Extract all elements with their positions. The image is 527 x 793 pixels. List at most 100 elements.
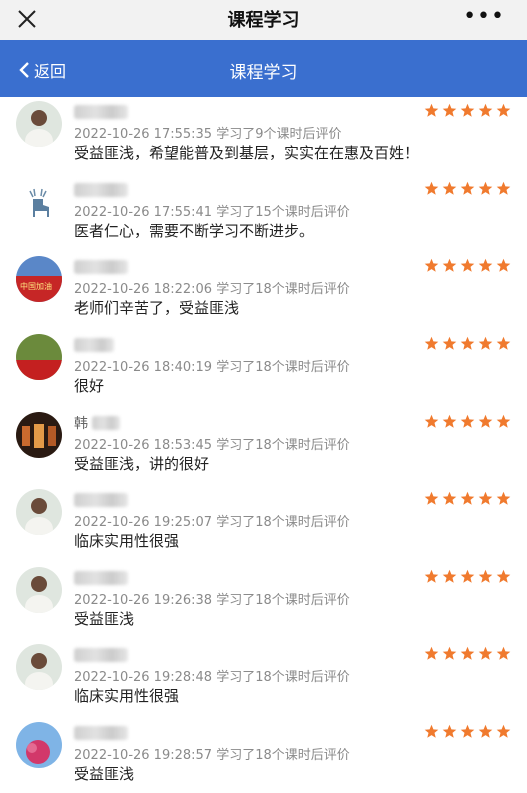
star-icon [478, 646, 493, 660]
rating-stars [424, 414, 511, 429]
rating-stars [424, 103, 511, 118]
review-item: 2022-10-26 19:26:38 学习了18个课时后评价 受益匪浅 [0, 557, 527, 635]
reviewer-name-redacted [74, 105, 128, 119]
star-icon [424, 258, 439, 272]
rating-stars [424, 569, 511, 584]
star-icon [424, 103, 439, 117]
review-meta: 2022-10-26 17:55:41 学习了15个课时后评价 [74, 205, 350, 220]
star-icon [496, 103, 511, 117]
star-icon [496, 258, 511, 272]
window-titlebar: 课程学习 ••• [0, 0, 527, 40]
review-meta: 2022-10-26 19:28:57 学习了18个课时后评价 [74, 748, 350, 763]
review-content: 很好 [74, 377, 105, 395]
review-item: 2022-10-26 19:28:48 学习了18个课时后评价 临床实用性很强 [0, 634, 527, 712]
star-icon [442, 103, 457, 117]
avatar[interactable] [16, 334, 62, 380]
star-icon [424, 724, 439, 738]
star-icon [496, 336, 511, 350]
reviewer-name-redacted [74, 338, 114, 352]
star-icon [424, 414, 439, 428]
star-icon [442, 569, 457, 583]
star-icon [478, 258, 493, 272]
rating-stars [424, 181, 511, 196]
review-item: 2022-10-26 19:25:07 学习了18个课时后评价 临床实用性很强 [0, 479, 527, 557]
star-icon [496, 491, 511, 505]
star-icon [442, 258, 457, 272]
reviewer-name-redacted [74, 493, 128, 507]
star-icon [424, 491, 439, 505]
star-icon [442, 181, 457, 195]
review-meta: 2022-10-26 17:55:35 学习了9个课时后评价 [74, 127, 342, 142]
reviewer-name-redacted [92, 416, 120, 430]
star-icon [442, 724, 457, 738]
window-title: 课程学习 [227, 10, 300, 31]
star-icon [496, 181, 511, 195]
review-content: 受益匪浅 [74, 765, 135, 783]
star-icon [460, 336, 475, 350]
rating-stars [424, 258, 511, 273]
review-meta: 2022-10-26 18:22:06 学习了18个课时后评价 [74, 282, 350, 297]
review-content: 医者仁心，需要不断学习不断进步。 [74, 222, 315, 240]
avatar[interactable] [16, 179, 62, 225]
review-item: 2022-10-26 19:28:57 学习了18个课时后评价 受益匪浅 [0, 712, 527, 790]
star-icon [496, 414, 511, 428]
rating-stars [424, 724, 511, 739]
review-meta: 2022-10-26 19:25:07 学习了18个课时后评价 [74, 515, 350, 530]
star-icon [496, 569, 511, 583]
review-meta: 2022-10-26 19:26:38 学习了18个课时后评价 [74, 593, 350, 608]
star-icon [442, 491, 457, 505]
star-icon [478, 569, 493, 583]
review-meta: 2022-10-26 18:53:45 学习了18个课时后评价 [74, 438, 350, 453]
reviewer-name-redacted [74, 260, 128, 274]
more-icon[interactable]: ••• [463, 4, 505, 29]
avatar[interactable] [16, 644, 62, 690]
avatar[interactable]: 中国加油 [16, 256, 62, 302]
review-list[interactable]: 2022-10-26 17:55:35 学习了9个课时后评价 受益匪浅，希望能普及… [0, 97, 527, 793]
star-icon [478, 181, 493, 195]
star-icon [442, 414, 457, 428]
star-icon [424, 646, 439, 660]
review-item: 2022-10-26 17:55:41 学习了15个课时后评价 医者仁心，需要不断… [0, 169, 527, 247]
star-icon [478, 336, 493, 350]
star-icon [478, 724, 493, 738]
review-item: 中国加油 2022-10-26 18:22:06 学习了18个课时后评价 老师们辛苦… [0, 246, 527, 324]
page-title: 课程学习 [229, 63, 298, 83]
star-icon [460, 414, 475, 428]
star-icon [424, 569, 439, 583]
reviewer-name-redacted [74, 648, 128, 662]
reviewer-name: 韩 [74, 416, 88, 432]
star-icon [496, 724, 511, 738]
reviewer-name-redacted [74, 726, 128, 740]
avatar[interactable] [16, 101, 62, 147]
review-item: 韩 2022-10-26 18:53:45 学习了18个课时后评价 受益匪浅，讲的很… [0, 402, 527, 480]
avatar[interactable] [16, 722, 62, 768]
star-icon [478, 103, 493, 117]
review-content: 受益匪浅，讲的很好 [74, 455, 210, 473]
star-icon [460, 181, 475, 195]
review-item: 2022-10-26 17:55:35 学习了9个课时后评价 受益匪浅，希望能普及… [0, 97, 527, 169]
review-content: 临床实用性很强 [74, 532, 180, 550]
review-content: 临床实用性很强 [74, 687, 180, 705]
review-content: 老师们辛苦了，受益匪浅 [74, 299, 240, 317]
review-meta: 2022-10-26 19:28:48 学习了18个课时后评价 [74, 670, 350, 685]
star-icon [460, 646, 475, 660]
rating-stars [424, 336, 511, 351]
review-meta: 2022-10-26 18:40:19 学习了18个课时后评价 [74, 360, 350, 375]
reviewer-name-redacted [74, 571, 128, 585]
star-icon [460, 724, 475, 738]
reviewer-name-redacted [74, 183, 128, 197]
star-icon [460, 491, 475, 505]
avatar[interactable] [16, 489, 62, 535]
star-icon [442, 646, 457, 660]
rating-stars [424, 491, 511, 506]
svg-text:中国加油: 中国加油 [20, 281, 52, 291]
star-icon [424, 336, 439, 350]
star-icon [478, 414, 493, 428]
star-icon [424, 181, 439, 195]
star-icon [460, 258, 475, 272]
avatar[interactable] [16, 567, 62, 613]
nav-bar: 返回 课程学习 [0, 40, 527, 97]
avatar[interactable] [16, 412, 62, 458]
star-icon [460, 569, 475, 583]
review-content: 受益匪浅 [74, 610, 135, 628]
